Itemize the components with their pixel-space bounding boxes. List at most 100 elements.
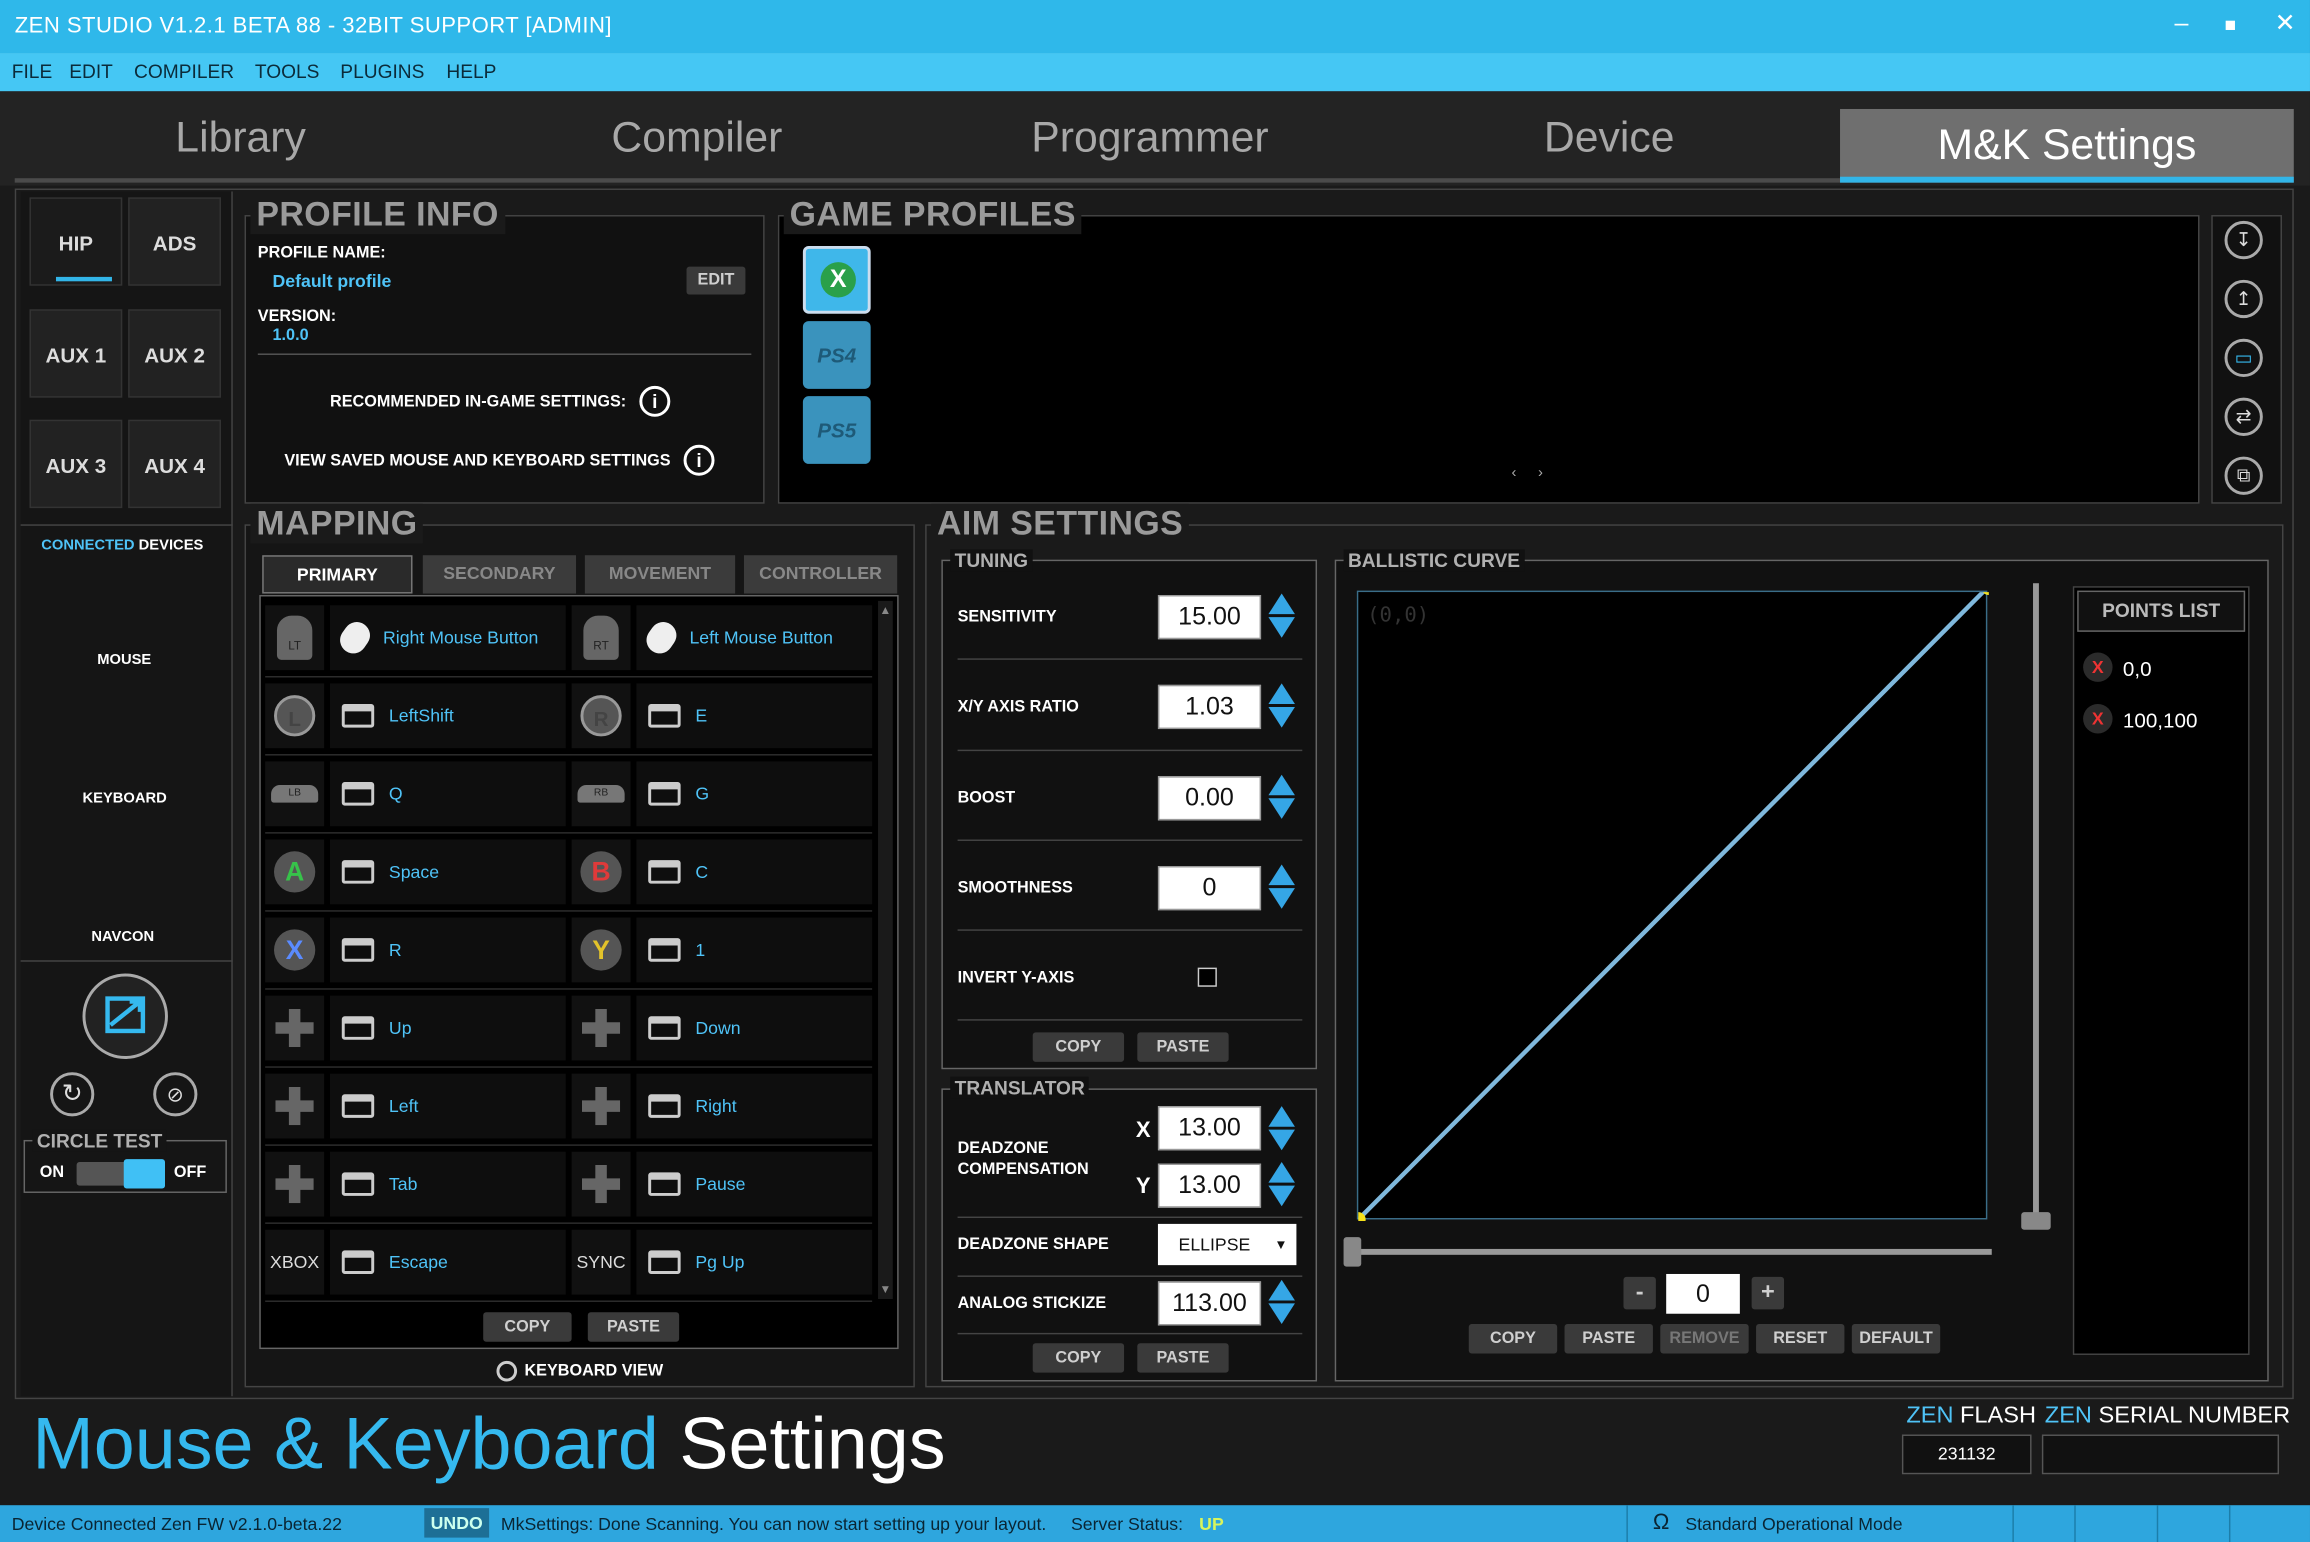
- transfer-icon[interactable]: ⇄: [2224, 397, 2263, 436]
- curve-copy-button[interactable]: COPY: [1468, 1324, 1558, 1354]
- increment-button[interactable]: +: [1751, 1276, 1785, 1310]
- device-navcon[interactable]: NAVCON: [91, 929, 154, 945]
- xy-ratio-stepper[interactable]: [1268, 683, 1295, 728]
- vertical-slider-thumb[interactable]: [2021, 1212, 2051, 1230]
- mode-aux2-button[interactable]: AUX 2: [128, 309, 221, 398]
- sensitivity-stepper[interactable]: [1268, 593, 1295, 638]
- key-binding-cell[interactable]: Tab: [329, 1151, 566, 1217]
- curve-paste-button[interactable]: PASTE: [1564, 1324, 1653, 1354]
- deadzone-y-input[interactable]: 13.00: [1157, 1163, 1262, 1208]
- key-binding-cell[interactable]: Up: [329, 995, 566, 1061]
- device-keyboard[interactable]: KEYBOARD: [82, 791, 166, 807]
- export-icon[interactable]: ↥: [2224, 279, 2263, 319]
- keyboard-view-radio[interactable]: [496, 1360, 518, 1382]
- key-binding-cell[interactable]: Left Mouse Button: [636, 605, 873, 671]
- key-binding-cell[interactable]: Escape: [329, 1229, 566, 1295]
- subtab-secondary[interactable]: SECONDARY: [422, 555, 577, 594]
- subtab-controller[interactable]: CONTROLLER: [743, 555, 898, 594]
- key-binding-cell[interactable]: Right: [636, 1073, 873, 1139]
- horizontal-slider-thumb[interactable]: [1343, 1237, 1362, 1267]
- import-icon[interactable]: ↧: [2224, 220, 2263, 260]
- tab-device[interactable]: Device: [1544, 115, 1675, 164]
- tab-library[interactable]: Library: [175, 115, 306, 164]
- scroll-right-icon[interactable]: ›: [1538, 465, 1543, 481]
- key-binding-cell[interactable]: G: [636, 761, 873, 827]
- curve-default-button[interactable]: DEFAULT: [1851, 1324, 1941, 1354]
- translator-paste-button[interactable]: PASTE: [1137, 1343, 1229, 1373]
- remove-point-icon[interactable]: X: [2083, 703, 2113, 734]
- key-binding-cell[interactable]: E: [636, 683, 873, 749]
- point-item[interactable]: 0,0: [2123, 657, 2152, 681]
- boost-input[interactable]: 0.00: [1157, 776, 1262, 821]
- menu-file[interactable]: FILE: [12, 60, 52, 82]
- copy-profile-icon[interactable]: ⧉: [2224, 456, 2263, 495]
- mode-aux1-button[interactable]: AUX 1: [29, 309, 123, 398]
- menu-edit[interactable]: EDIT: [69, 60, 113, 82]
- key-binding-cell[interactable]: Space: [329, 839, 566, 905]
- curve-reset-button[interactable]: RESET: [1756, 1324, 1845, 1354]
- tab-compiler[interactable]: Compiler: [611, 115, 782, 164]
- deadzone-x-input[interactable]: 13.00: [1157, 1106, 1262, 1151]
- decrement-button[interactable]: -: [1623, 1276, 1656, 1310]
- ps4-profile-button[interactable]: PS4: [802, 321, 871, 389]
- device-save-icon[interactable]: ▭: [2224, 338, 2263, 378]
- mode-hip-button[interactable]: HIP: [29, 197, 123, 286]
- undo-button[interactable]: UNDO: [424, 1508, 490, 1538]
- deadzone-shape-select[interactable]: ELLIPSE ▼: [1157, 1223, 1297, 1266]
- mode-ads-button[interactable]: ADS: [128, 197, 221, 286]
- key-binding-cell[interactable]: Pause: [636, 1151, 873, 1217]
- boost-stepper[interactable]: [1268, 774, 1295, 819]
- key-binding-cell[interactable]: R: [329, 917, 566, 983]
- menu-tools[interactable]: TOOLS: [255, 60, 320, 82]
- remove-point-icon[interactable]: X: [2083, 652, 2113, 682]
- curve-remove-button[interactable]: REMOVE: [1660, 1324, 1749, 1354]
- menu-compiler[interactable]: COMPILER: [134, 60, 234, 82]
- vertical-slider-track[interactable]: [2033, 583, 2039, 1217]
- info-icon[interactable]: i: [639, 385, 671, 417]
- key-binding-cell[interactable]: Q: [329, 761, 566, 827]
- mode-aux3-button[interactable]: AUX 3: [29, 419, 123, 509]
- translator-copy-button[interactable]: COPY: [1032, 1343, 1125, 1373]
- device-mouse[interactable]: MOUSE: [97, 652, 151, 668]
- analog-stickize-stepper[interactable]: [1268, 1279, 1295, 1325]
- curve-graph[interactable]: (0,0): [1356, 590, 1989, 1221]
- subtab-primary[interactable]: PRIMARY: [262, 555, 413, 594]
- mode-aux4-button[interactable]: AUX 4: [128, 419, 221, 509]
- info-icon[interactable]: i: [683, 444, 715, 476]
- sensitivity-input[interactable]: 15.00: [1157, 595, 1262, 640]
- menu-plugins[interactable]: PLUGINS: [340, 60, 424, 82]
- xy-ratio-input[interactable]: 1.03: [1157, 684, 1262, 730]
- circle-test-toggle[interactable]: [76, 1159, 165, 1189]
- tab-mk-settings[interactable]: M&K Settings: [1840, 108, 2294, 183]
- key-binding-cell[interactable]: 1: [636, 917, 873, 983]
- smoothness-input[interactable]: 0: [1157, 866, 1262, 911]
- smoothness-stepper[interactable]: [1268, 864, 1295, 909]
- mapping-scrollbar[interactable]: ▲ ▼: [878, 600, 893, 1300]
- tuning-paste-button[interactable]: PASTE: [1137, 1032, 1229, 1062]
- subtab-movement[interactable]: MOVEMENT: [584, 555, 736, 594]
- xbox-profile-button[interactable]: X: [802, 245, 871, 314]
- scroll-left-icon[interactable]: ‹: [1512, 465, 1517, 481]
- menu-help[interactable]: HELP: [446, 60, 496, 82]
- key-binding-cell[interactable]: C: [636, 839, 873, 905]
- mapping-paste-button[interactable]: PASTE: [587, 1312, 680, 1342]
- maximize-icon[interactable]: ■: [2225, 13, 2237, 35]
- deadzone-y-stepper[interactable]: [1268, 1162, 1295, 1207]
- calibrate-icon[interactable]: [82, 973, 168, 1059]
- key-binding-cell[interactable]: Down: [636, 995, 873, 1061]
- horizontal-slider-track[interactable]: [1352, 1248, 1992, 1255]
- close-icon[interactable]: ✕: [2275, 9, 2296, 38]
- deadzone-x-stepper[interactable]: [1268, 1106, 1295, 1151]
- ps5-profile-button[interactable]: PS5: [802, 396, 871, 464]
- tab-programmer[interactable]: Programmer: [1031, 115, 1268, 164]
- invert-y-checkbox[interactable]: [1197, 967, 1217, 987]
- curve-value-input[interactable]: 0: [1666, 1273, 1740, 1314]
- key-binding-cell[interactable]: Pg Up: [636, 1229, 873, 1295]
- minimize-icon[interactable]: –: [2174, 9, 2188, 38]
- point-item[interactable]: 100,100: [2123, 708, 2198, 732]
- mapping-copy-button[interactable]: COPY: [483, 1312, 572, 1342]
- hide-eye-icon[interactable]: ⊘: [153, 1072, 198, 1117]
- edit-profile-button[interactable]: EDIT: [686, 266, 746, 295]
- key-binding-cell[interactable]: Right Mouse Button: [329, 605, 566, 671]
- tuning-copy-button[interactable]: COPY: [1032, 1032, 1125, 1062]
